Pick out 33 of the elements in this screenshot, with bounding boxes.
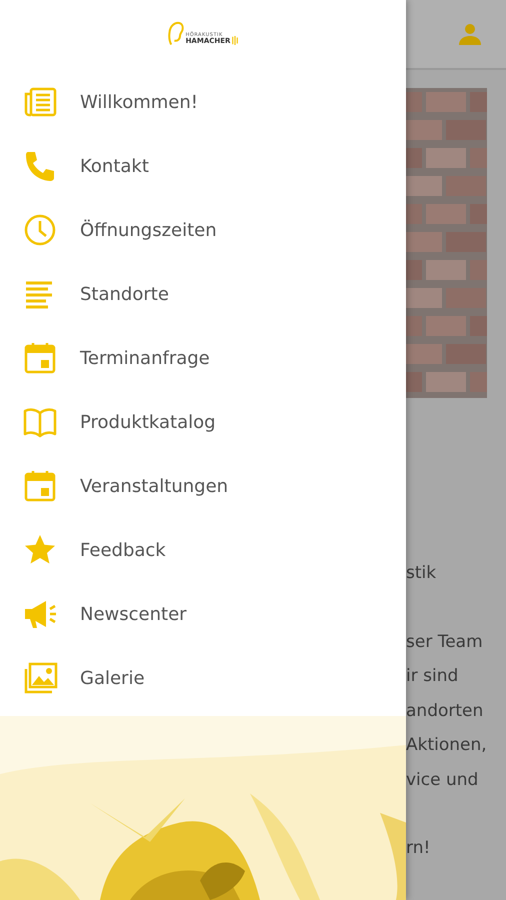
menu-item[interactable]: Newscenter [0,582,406,646]
menu-label: Kontakt [80,154,149,178]
menu-label: Veranstaltungen [80,474,228,498]
text-line: ser Team [406,630,484,654]
menu-item[interactable]: Produktkatalog [0,390,406,454]
menu-item[interactable]: Feedback [0,518,406,582]
menu-item[interactable]: Standorte [0,262,406,326]
text-line: ir sind [406,665,460,688]
calendar-icon [22,340,58,376]
clock-icon [22,212,58,248]
text-line: andorten [406,700,484,722]
text-line: vice und [406,768,480,792]
menu-label: Terminanfrage [80,346,210,370]
user-icon[interactable] [458,22,482,46]
menu-label: Willkommen! [80,90,198,114]
menu-item[interactable]: Willkommen! [0,70,406,134]
text-line: Aktionen, [406,734,488,757]
menu-item[interactable]: Terminanfrage [0,326,406,390]
menu-label: Feedback [80,538,166,562]
menu-label: Produktkatalog [80,410,216,434]
gallery-icon [22,660,58,696]
calendar-icon [22,468,58,504]
menu-label: Standorte [80,282,169,306]
sound-waves-icon [232,35,238,46]
menu-label: Newscenter [80,602,187,626]
menu-label: Öffnungszeiten [80,218,217,242]
menu-item[interactable]: Veranstaltungen [0,454,406,518]
menu-item[interactable]: Kontakt [0,134,406,198]
menu-label: Galerie [80,666,145,690]
menu-item[interactable]: Öffnungszeiten [0,198,406,262]
text-line: rn! [406,837,432,860]
text-line: stik [406,562,438,585]
menu-item[interactable]: Galerie [0,646,406,710]
